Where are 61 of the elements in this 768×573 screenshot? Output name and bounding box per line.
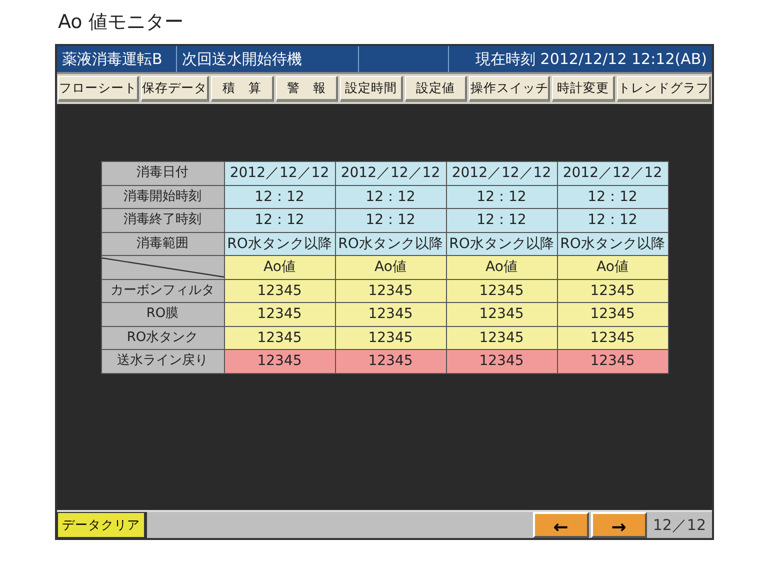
table-cell: 2012／12／12 — [224, 162, 334, 184]
table-cell: 12345 — [224, 326, 334, 349]
table-cell: RO水タンク以降 — [446, 232, 556, 255]
clear-data-button[interactable]: データクリア — [57, 512, 147, 538]
menu-button[interactable]: フローシート — [58, 76, 139, 102]
row-header: カーボンフィルタ — [102, 280, 224, 302]
next-button[interactable]: → — [590, 512, 647, 538]
table-cell: 2012／12／12 — [558, 162, 668, 184]
table-cell: 12345 — [336, 303, 446, 326]
menu-button[interactable]: 設定時間 — [340, 76, 403, 102]
table-cell: 12345 — [558, 280, 668, 302]
table-cell: 12345 — [558, 350, 668, 372]
menu-button[interactable]: 保存データ — [141, 76, 209, 102]
table-cell: 12345 — [224, 303, 334, 326]
menu-button[interactable]: 時計変更 — [552, 76, 615, 102]
table-cell: Ao値 — [336, 256, 446, 278]
status-label: 次回送水開始待機 — [177, 46, 359, 72]
table-cell: 12：12 — [336, 186, 446, 208]
table-cell: 12：12 — [446, 209, 556, 232]
table-cell: 2012／12／12 — [336, 162, 446, 184]
page-title: Ao 値モニター — [58, 10, 184, 35]
table-cell: RO水タンク以降 — [336, 232, 446, 255]
row-header: 消毒開始時刻 — [102, 186, 224, 208]
row-header: 消毒日付 — [102, 162, 224, 184]
row-header: RO膜 — [102, 303, 224, 326]
row-header: RO水タンク — [102, 326, 224, 349]
table-cell: 12：12 — [446, 186, 556, 208]
menu-button[interactable]: 操作スイッチ — [469, 76, 550, 102]
table-cell: 12345 — [336, 326, 446, 349]
previous-button[interactable]: ← — [532, 512, 589, 538]
menu-button[interactable]: 積 算 — [211, 76, 274, 102]
page-counter: 12／12 — [652, 515, 707, 536]
row-header: 消毒終了時刻 — [102, 209, 224, 232]
menu-button[interactable]: トレンドグラフ — [616, 76, 711, 102]
table-cell: Ao値 — [446, 256, 556, 278]
table-cell: 12：12 — [558, 209, 668, 232]
table-cell: RO水タンク以降 — [224, 232, 334, 255]
table-cell: 12345 — [558, 326, 668, 349]
table-cell: 12345 — [224, 280, 334, 302]
menu-button[interactable]: 警 報 — [276, 76, 338, 102]
table-cell: 12345 — [336, 350, 446, 372]
table-cell: Ao値 — [558, 256, 668, 278]
table-cell: 2012／12／12 — [446, 162, 556, 184]
mode-label: 薬液消毒運転B — [57, 46, 177, 72]
table-cell: 12345 — [446, 326, 556, 349]
row-header: 消毒範囲 — [102, 232, 224, 255]
table-cell: 12345 — [224, 350, 334, 372]
clock-label: 現在時刻 2012/12/12 12:12(AB) — [474, 49, 708, 70]
table-cell: 12345 — [336, 280, 446, 302]
table-cell: 12345 — [446, 303, 556, 326]
table-cell: 12：12 — [224, 209, 334, 232]
table-cell: 12：12 — [558, 186, 668, 208]
table-cell: 12：12 — [336, 209, 446, 232]
table-cell: 12：12 — [224, 186, 334, 208]
table-cell: RO水タンク以降 — [558, 232, 668, 255]
table-cell: 12345 — [446, 280, 556, 302]
table-cell: 12345 — [558, 303, 668, 326]
table-cell: 12345 — [446, 350, 556, 372]
row-header: 送水ライン戻り — [102, 350, 224, 372]
menu-button[interactable]: 設定値 — [404, 76, 468, 102]
table-cell: Ao値 — [224, 256, 334, 278]
